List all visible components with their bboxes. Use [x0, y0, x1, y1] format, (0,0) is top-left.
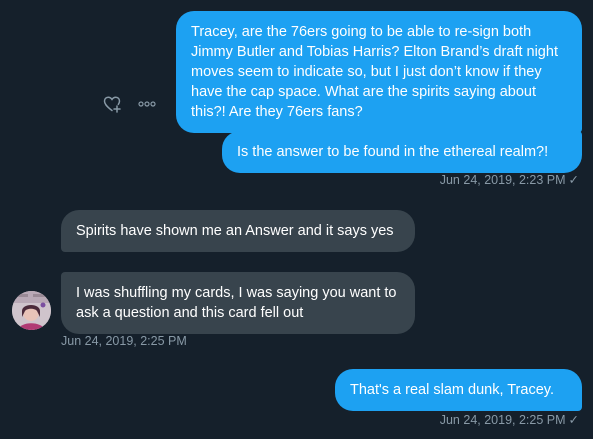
- outgoing-message[interactable]: That's a real slam dunk, Tracey.: [335, 369, 582, 411]
- timestamp-text: Jun 24, 2019, 2:25 PM: [61, 334, 187, 348]
- message-timestamp: Jun 24, 2019, 2:25 PM ✓: [440, 412, 579, 427]
- timestamp-text: Jun 24, 2019, 2:25 PM: [439, 413, 566, 427]
- avatar[interactable]: [12, 291, 51, 330]
- read-check-icon: ✓: [568, 173, 579, 187]
- more-icon[interactable]: [138, 100, 156, 108]
- outgoing-message[interactable]: Tracey, are the 76ers going to be able t…: [176, 11, 582, 133]
- read-check-icon: ✓: [568, 413, 579, 427]
- incoming-message[interactable]: Spirits have shown me an Answer and it s…: [61, 210, 415, 252]
- message-actions: [102, 94, 156, 114]
- message-timestamp: Jun 24, 2019, 2:23 PM ✓: [440, 172, 579, 187]
- dm-conversation: Tracey, are the 76ers going to be able t…: [0, 0, 593, 439]
- timestamp-text: Jun 24, 2019, 2:23 PM: [439, 173, 566, 187]
- outgoing-message[interactable]: Is the answer to be found in the etherea…: [222, 131, 582, 173]
- incoming-message[interactable]: I was shuffling my cards, I was saying y…: [61, 272, 415, 334]
- heart-plus-icon[interactable]: [102, 94, 122, 114]
- message-timestamp: Jun 24, 2019, 2:25 PM: [61, 334, 187, 348]
